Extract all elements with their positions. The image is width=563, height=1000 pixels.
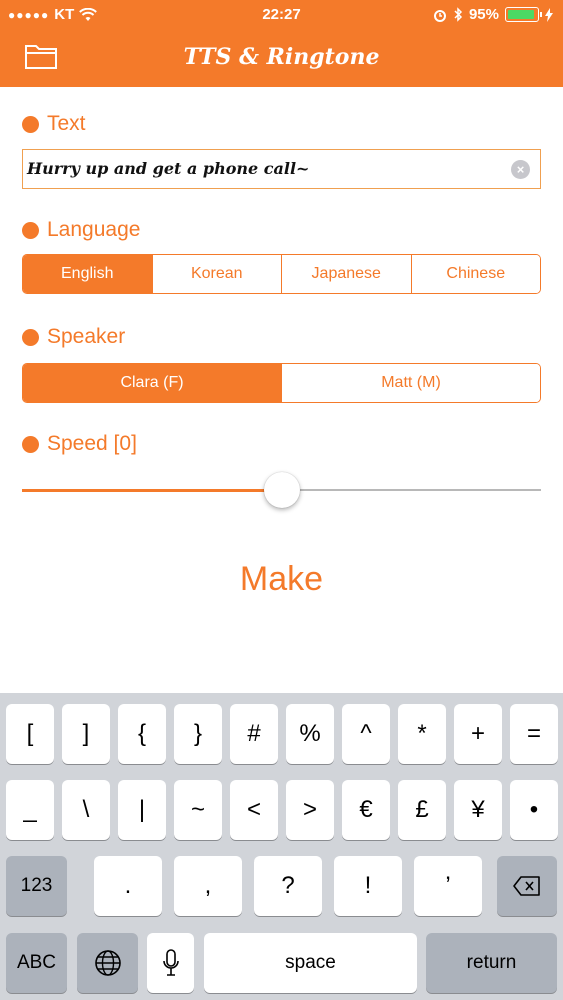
speaker-clara[interactable]: Clara (F) (23, 364, 281, 402)
backspace-key[interactable] (497, 856, 557, 916)
key-symbol[interactable]: ^ (342, 704, 390, 764)
slider-thumb[interactable] (264, 472, 300, 508)
key-symbol[interactable]: + (454, 704, 502, 764)
bullet-icon (22, 435, 39, 453)
text-section-label: Text (22, 112, 86, 136)
bullet-icon (22, 115, 39, 133)
key-symbol[interactable]: [ (6, 704, 54, 764)
battery-percent: 95% (468, 6, 499, 23)
speaker-matt[interactable]: Matt (M) (281, 364, 540, 402)
globe-key[interactable] (77, 933, 138, 993)
bluetooth-icon (454, 7, 463, 22)
key-symbol[interactable]: , (174, 856, 242, 916)
key-symbol[interactable]: • (510, 780, 558, 840)
battery-icon (505, 7, 542, 22)
key-symbol[interactable]: _ (6, 780, 54, 840)
charging-icon (545, 7, 553, 22)
clear-icon[interactable]: × (511, 160, 530, 179)
speed-slider[interactable] (22, 472, 541, 508)
bullet-icon (22, 221, 39, 239)
bullet-icon (22, 328, 39, 346)
key-symbol[interactable]: £ (398, 780, 446, 840)
key-123[interactable]: 123 (6, 856, 67, 916)
slider-track-filled (22, 489, 282, 492)
space-key[interactable]: space (204, 933, 417, 993)
speaker-section-label: Speaker (22, 325, 125, 349)
globe-icon (94, 950, 121, 976)
key-symbol[interactable]: ’ (414, 856, 482, 916)
keyboard: 123 ABC space return []{} #% ^ * + = _ \ | ~ < > € £ ¥… (0, 693, 563, 1000)
language-segmented-control: English Korean Japanese Chinese (22, 254, 541, 294)
language-english[interactable]: English (23, 255, 152, 293)
key-symbol[interactable]: % (286, 704, 334, 764)
key-symbol[interactable]: ] (62, 704, 110, 764)
key-symbol[interactable]: = (510, 704, 558, 764)
slider-track-empty (282, 489, 541, 491)
make-button[interactable]: Make (0, 560, 563, 599)
key-symbol[interactable]: . (94, 856, 162, 916)
alarm-icon (433, 9, 446, 22)
microphone-icon (162, 949, 179, 976)
page-title: TTS & Ringtone (183, 44, 380, 70)
language-japanese[interactable]: Japanese (281, 255, 411, 293)
key-symbol[interactable]: ¥ (454, 780, 502, 840)
top-bar: ●●●●● KT 22:27 95% TTS & Ringtone (0, 0, 563, 87)
key-symbol[interactable]: | (118, 780, 166, 840)
return-key[interactable]: return (426, 933, 557, 993)
text-input-value[interactable]: Hurry up and get a phone call~ (27, 159, 309, 178)
language-section-label: Language (22, 218, 140, 242)
key-symbol[interactable]: # (230, 704, 278, 764)
backspace-icon (513, 876, 540, 896)
key-symbol[interactable]: { (118, 704, 166, 764)
speed-section-label: Speed [0] (22, 432, 137, 456)
key-symbol[interactable]: } (174, 704, 222, 764)
key-symbol[interactable]: < (230, 780, 278, 840)
key-symbol[interactable]: ! (334, 856, 402, 916)
key-symbol[interactable]: \ (62, 780, 110, 840)
speaker-segmented-control: Clara (F) Matt (M) (22, 363, 541, 403)
text-input[interactable]: Hurry up and get a phone call~ × (22, 149, 541, 189)
key-symbol[interactable]: ~ (174, 780, 222, 840)
status-bar: ●●●●● KT 22:27 95% (0, 0, 563, 30)
key-symbol[interactable]: € (342, 780, 390, 840)
key-symbol[interactable]: ? (254, 856, 322, 916)
key-symbol[interactable]: > (286, 780, 334, 840)
microphone-key[interactable] (147, 933, 194, 993)
key-symbol[interactable]: * (398, 704, 446, 764)
language-korean[interactable]: Korean (151, 255, 281, 293)
key-abc[interactable]: ABC (6, 933, 67, 993)
language-chinese[interactable]: Chinese (410, 255, 540, 293)
